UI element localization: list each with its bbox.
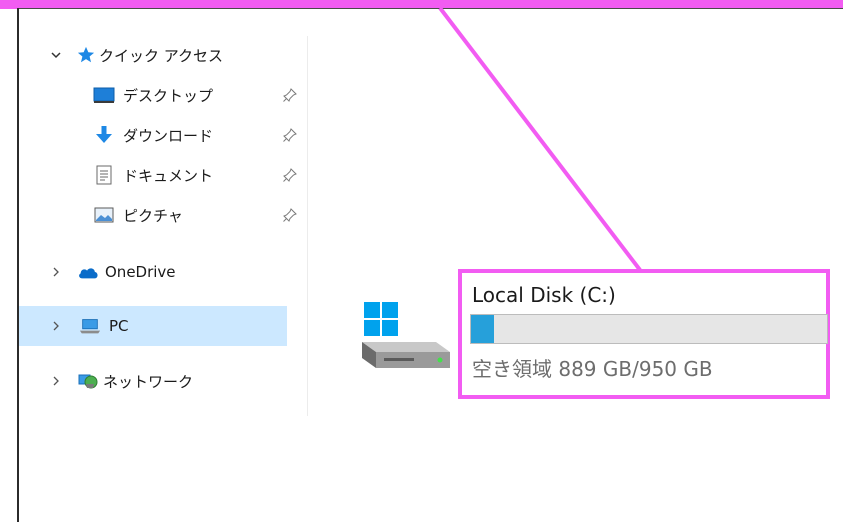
nav-separator xyxy=(307,36,308,416)
drive-details-highlight[interactable]: Local Disk (C:) 空き領域 889 GB/950 GB xyxy=(458,269,830,399)
pc-icon xyxy=(79,316,101,336)
picture-icon xyxy=(93,205,115,225)
nav-item-pc[interactable]: PC xyxy=(19,306,287,346)
drive-usage-fill xyxy=(471,315,494,343)
nav-item-pictures[interactable]: ピクチャ xyxy=(19,197,297,233)
pin-icon[interactable] xyxy=(283,128,297,142)
nav-label: ピクチャ xyxy=(123,206,183,225)
star-icon xyxy=(75,45,97,65)
document-icon xyxy=(93,165,115,185)
pin-icon[interactable] xyxy=(283,208,297,222)
nav-label: ドキュメント xyxy=(123,166,214,185)
nav-label: デスクトップ xyxy=(123,86,214,105)
nav-label: クイック アクセス xyxy=(99,46,224,65)
chevron-right-icon[interactable] xyxy=(49,374,63,388)
hard-drive-windows-icon[interactable] xyxy=(360,302,452,372)
pin-icon[interactable] xyxy=(283,88,297,102)
drive-name: Local Disk (C:) xyxy=(472,283,616,307)
download-icon xyxy=(93,125,115,145)
chevron-right-icon[interactable] xyxy=(49,319,63,333)
chevron-down-icon[interactable] xyxy=(49,48,63,62)
onedrive-icon xyxy=(77,262,99,282)
nav-label: ネットワーク xyxy=(103,372,194,391)
drive-usage-bar xyxy=(470,314,828,344)
nav-item-quick-access[interactable]: クイック アクセス xyxy=(19,37,287,73)
nav-item-desktop[interactable]: デスクトップ xyxy=(19,77,297,113)
nav-label: PC xyxy=(109,317,129,335)
drive-free-space: 空き領域 889 GB/950 GB xyxy=(472,357,713,381)
nav-label: ダウンロード xyxy=(123,126,214,145)
nav-label: OneDrive xyxy=(105,263,176,281)
nav-item-downloads[interactable]: ダウンロード xyxy=(19,117,297,153)
chevron-right-icon[interactable] xyxy=(49,265,63,279)
window-top-border xyxy=(17,8,843,9)
navigation-pane: クイック アクセス デスクトップ ダウンロード ドキュメント ピクチャ OneD… xyxy=(19,30,309,415)
pin-icon[interactable] xyxy=(283,168,297,182)
nav-item-network[interactable]: ネットワーク xyxy=(19,363,287,399)
nav-item-onedrive[interactable]: OneDrive xyxy=(19,254,287,290)
network-icon xyxy=(77,371,99,391)
nav-item-documents[interactable]: ドキュメント xyxy=(19,157,297,193)
desktop-icon xyxy=(93,85,115,105)
